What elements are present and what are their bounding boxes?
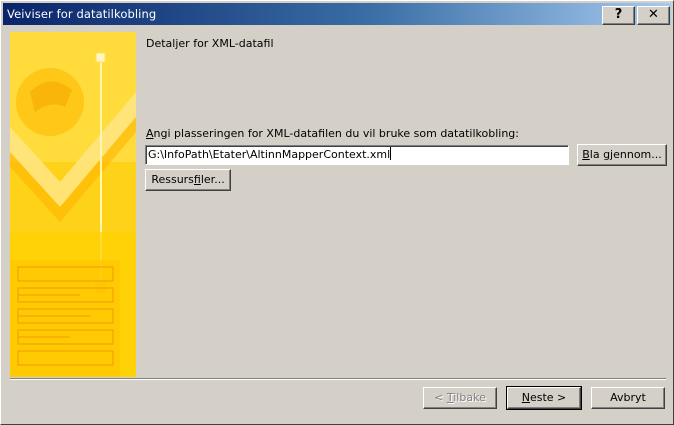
xml-path-input[interactable]: G:\InfoPath\Etater\AltinnMapperContext.x… xyxy=(145,145,569,165)
back-button[interactable]: < Tilbake xyxy=(423,387,497,409)
page-heading: Detaljer for XML-datafil xyxy=(146,37,274,50)
cancel-label: Avbryt xyxy=(610,391,646,404)
next-accel: N xyxy=(521,391,530,404)
window-title: Veiviser for datatilkobling xyxy=(7,7,157,21)
location-label-accel: A xyxy=(146,127,154,140)
help-icon: ? xyxy=(614,7,623,22)
xml-path-value: G:\InfoPath\Etater\AltinnMapperContext.x… xyxy=(148,148,391,161)
wizard-dialog: Veiviser for datatilkobling ? ✕ Detaljer… xyxy=(0,0,674,425)
next-label: este > xyxy=(529,391,567,404)
close-icon: ✕ xyxy=(648,7,659,22)
title-bar[interactable]: Veiviser for datatilkobling ? ✕ xyxy=(3,3,671,25)
banner-graphic xyxy=(10,32,136,377)
cancel-button[interactable]: Avbryt xyxy=(591,387,665,409)
footer-separator xyxy=(10,378,666,380)
resources-label-a: Ressurs xyxy=(151,173,194,186)
browse-button[interactable]: Bla gjennom... xyxy=(577,144,667,166)
wizard-banner-image xyxy=(10,32,136,377)
location-label-text: ngi plasseringen for XML-datafilen du vi… xyxy=(153,127,519,140)
resources-label-b: iler... xyxy=(200,173,225,186)
close-button[interactable]: ✕ xyxy=(637,6,670,25)
browse-accel: B xyxy=(582,148,590,161)
resources-accel: f xyxy=(193,173,201,186)
back-label-b: ilbake xyxy=(453,391,486,404)
browse-label: la gjennom... xyxy=(589,148,662,161)
next-button[interactable]: Neste > xyxy=(506,386,582,410)
resource-files-button[interactable]: Ressursfiler... xyxy=(145,169,231,191)
text-cursor xyxy=(390,147,392,160)
back-label-a: < xyxy=(434,391,447,404)
help-button[interactable]: ? xyxy=(602,6,635,25)
location-label: Angi plasseringen for XML-datafilen du v… xyxy=(146,127,519,140)
